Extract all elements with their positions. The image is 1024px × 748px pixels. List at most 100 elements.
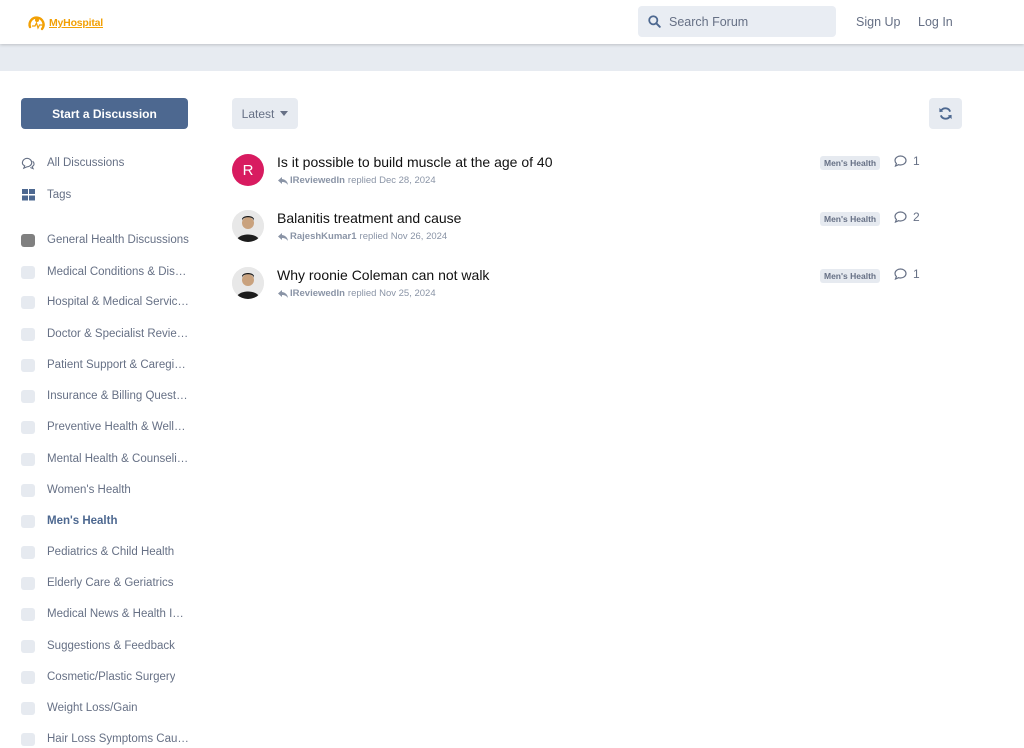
site-header: MyHospital Search Forum Sign Up Log In <box>0 0 1024 44</box>
comment-icon <box>894 268 907 280</box>
search-input[interactable]: Search Forum <box>638 6 836 37</box>
tag-label: Doctor & Specialist Reviews <box>47 328 189 340</box>
tag-color-swatch <box>21 327 35 341</box>
tag-label: Insurance & Billing Questions <box>47 390 189 402</box>
tag-label: Elderly Care & Geriatrics <box>47 577 174 589</box>
tag-item-mens-health[interactable]: Men's Health <box>21 512 117 530</box>
tag-color-swatch <box>21 389 35 403</box>
tag-color-swatch <box>21 545 35 559</box>
discussion-date: Dec 28, 2024 <box>379 175 436 186</box>
tag-label: Cosmetic/Plastic Surgery <box>47 671 176 683</box>
sort-dropdown[interactable]: Latest <box>232 98 298 129</box>
refresh-icon <box>939 107 952 120</box>
tag-item-hair-loss[interactable]: Hair Loss Symptoms Causes <box>21 730 189 748</box>
reply-icon <box>278 289 288 298</box>
reply-count: 1 <box>894 267 920 281</box>
tag-label: Weight Loss/Gain <box>47 702 138 714</box>
logo-text: MyHospital <box>49 17 104 29</box>
sidebar-item-tags[interactable]: Tags <box>21 186 71 204</box>
tag-color-swatch <box>21 607 35 621</box>
discussion-user[interactable]: RajeshKumar1 <box>290 231 357 242</box>
tag-label: Pediatrics & Child Health <box>47 546 175 558</box>
tag-label: Hospital & Medical Services <box>47 296 189 308</box>
sidebar-item-all-discussions[interactable]: All Discussions <box>21 154 124 172</box>
tag-badge[interactable]: Men's Health <box>820 269 881 283</box>
tags-grid-icon <box>21 188 35 202</box>
tag-item-insurance-billing[interactable]: Insurance & Billing Questions <box>21 387 189 405</box>
discussion-date: Nov 26, 2024 <box>390 231 448 242</box>
logo-icon <box>28 16 45 31</box>
tag-label: Medical Conditions & Diseases <box>47 266 189 278</box>
tag-color-swatch <box>21 452 35 466</box>
tag-badge[interactable]: Men's Health <box>820 212 881 226</box>
tag-item-pediatrics[interactable]: Pediatrics & Child Health <box>21 543 174 561</box>
tag-item-suggestions[interactable]: Suggestions & Feedback <box>21 637 175 655</box>
reply-count: 2 <box>894 210 920 224</box>
discussion-row[interactable]: Balanitis treatment and cause RajeshKuma… <box>232 210 932 250</box>
reply-icon <box>278 232 288 241</box>
avatar[interactable] <box>232 267 264 299</box>
discussion-meta: IReviewedIn replied Nov 25, 2024 <box>278 288 436 299</box>
tag-badge[interactable]: Men's Health <box>820 156 881 170</box>
comment-icon <box>894 155 907 167</box>
tag-label: Suggestions & Feedback <box>47 640 175 652</box>
tag-item-mental-health[interactable]: Mental Health & Counseling <box>21 450 189 468</box>
tag-color-swatch <box>21 576 35 590</box>
tag-label: Preventive Health & Wellness <box>47 421 189 433</box>
tag-item-doctor-reviews[interactable]: Doctor & Specialist Reviews <box>21 325 189 343</box>
discussion-title[interactable]: Is it possible to build muscle at the ag… <box>277 154 553 170</box>
sign-up-link[interactable]: Sign Up <box>856 15 900 29</box>
discussion-action: replied <box>347 288 377 299</box>
tag-item-medical-news[interactable]: Medical News & Health Innovations <box>21 605 189 623</box>
tag-label: General Health Discussions <box>47 234 189 246</box>
tag-item-patient-support[interactable]: Patient Support & Caregiving <box>21 356 189 374</box>
tag-label: Mental Health & Counseling <box>47 453 189 465</box>
tag-item-preventive-health[interactable]: Preventive Health & Wellness <box>21 418 189 436</box>
tag-color-swatch <box>21 639 35 653</box>
tag-item-hospital-services[interactable]: Hospital & Medical Services <box>21 293 189 311</box>
discussion-user[interactable]: IReviewedIn <box>290 288 345 299</box>
sidebar-item-label: Tags <box>47 189 72 201</box>
tag-label: Women's Health <box>47 484 131 496</box>
discussion-row[interactable]: R Is it possible to build muscle at the … <box>232 154 932 194</box>
discussion-action: replied <box>347 175 377 186</box>
discussion-title[interactable]: Why roonie Coleman can not walk <box>277 267 489 283</box>
search-icon <box>648 15 661 28</box>
reply-icon <box>278 176 288 185</box>
tag-color-swatch <box>21 265 35 279</box>
tag-color-swatch <box>21 514 35 528</box>
tag-item-weight-loss[interactable]: Weight Loss/Gain <box>21 699 138 717</box>
tag-color-swatch <box>21 732 35 746</box>
discussion-action: replied <box>359 231 389 242</box>
start-discussion-button[interactable]: Start a Discussion <box>21 98 188 129</box>
reply-count-value: 1 <box>913 154 920 168</box>
log-in-link[interactable]: Log In <box>918 15 953 29</box>
discussion-row[interactable]: Why roonie Coleman can not walk IReviewe… <box>232 267 932 307</box>
search-placeholder: Search Forum <box>669 14 749 29</box>
refresh-button[interactable] <box>929 98 962 129</box>
tag-label: Men's Health <box>47 515 118 527</box>
avatar[interactable] <box>232 210 264 242</box>
discussion-user[interactable]: IReviewedIn <box>290 175 345 186</box>
tag-color-swatch <box>21 420 35 434</box>
tag-item-general-health[interactable]: General Health Discussions <box>21 231 189 249</box>
tag-label: Patient Support & Caregiving <box>47 359 189 371</box>
reply-count: 1 <box>894 154 920 168</box>
tag-item-elderly-care[interactable]: Elderly Care & Geriatrics <box>21 574 174 592</box>
tag-color-swatch <box>21 483 35 497</box>
sidebar-item-label: All Discussions <box>47 157 125 169</box>
avatar[interactable]: R <box>232 154 264 186</box>
tag-color-swatch <box>21 701 35 715</box>
tag-item-medical-conditions[interactable]: Medical Conditions & Diseases <box>21 263 189 281</box>
discussion-date: Nov 25, 2024 <box>379 288 436 299</box>
tag-item-cosmetic-surgery[interactable]: Cosmetic/Plastic Surgery <box>21 668 175 686</box>
discussion-meta: RajeshKumar1 replied Nov 26, 2024 <box>278 231 447 242</box>
hero-band <box>0 44 1024 71</box>
tag-item-womens-health[interactable]: Women's Health <box>21 481 131 499</box>
tag-label: Medical News & Health Innovations <box>47 608 189 620</box>
discussion-meta: IReviewedIn replied Dec 28, 2024 <box>278 175 436 186</box>
site-logo[interactable]: MyHospital <box>27 12 103 34</box>
sort-label: Latest <box>241 106 275 121</box>
tag-color-swatch <box>21 358 35 372</box>
discussion-title[interactable]: Balanitis treatment and cause <box>277 210 461 226</box>
